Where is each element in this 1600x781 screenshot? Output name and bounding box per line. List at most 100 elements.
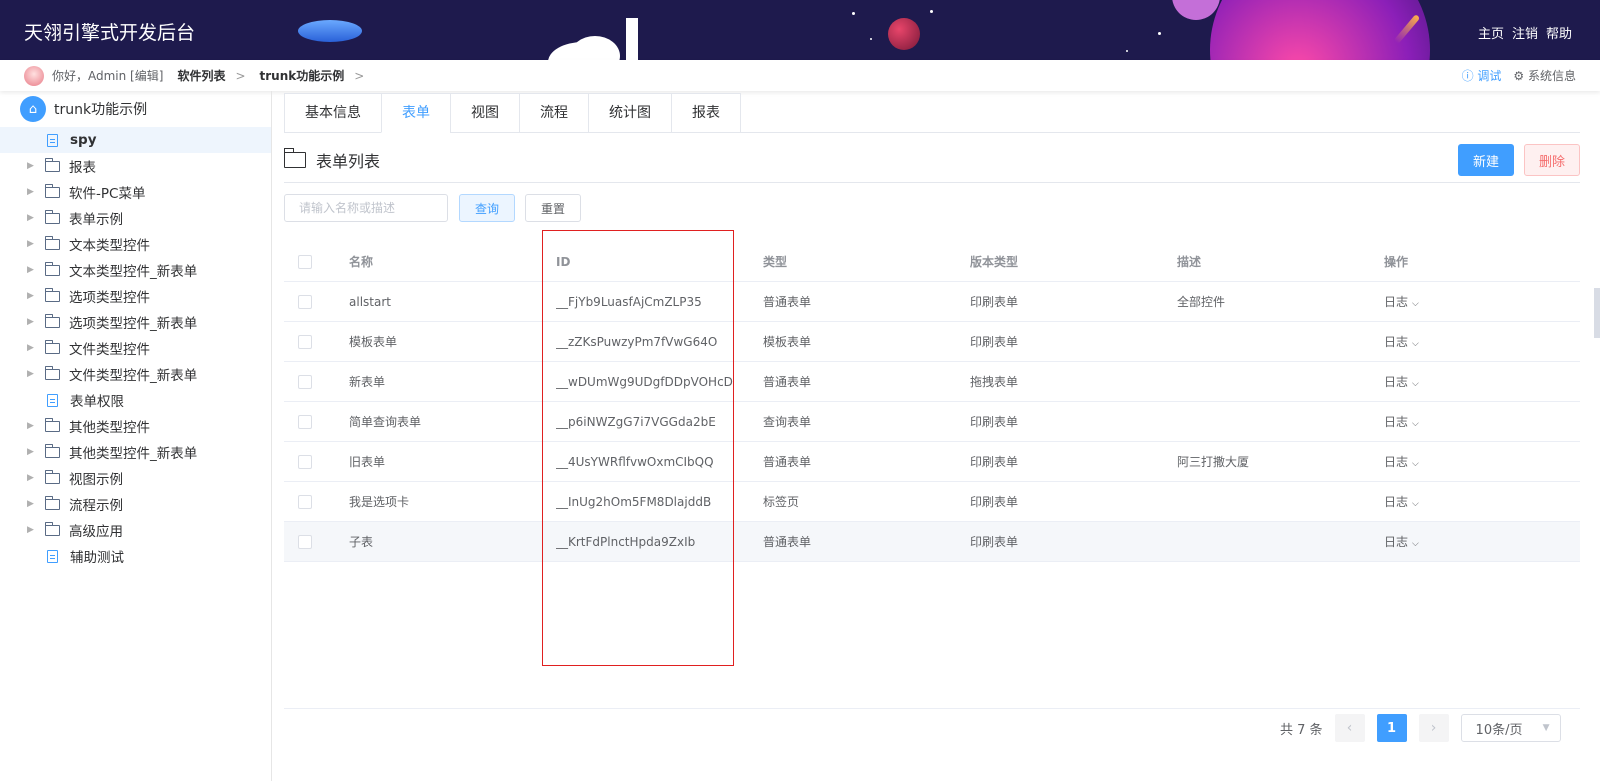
select-all-checkbox[interactable] (298, 254, 312, 269)
sidebar-item-label: 视图示例 (69, 472, 123, 488)
table-row[interactable]: 模板表单 __zZKsPuwzyPm7fVwG64O 模板表单 印刷表单 日志 ⌵ (284, 322, 1580, 362)
log-dropdown[interactable]: 日志 ⌵ (1384, 493, 1580, 510)
caret-right-icon[interactable]: ▶ (27, 421, 39, 431)
sidebar-item[interactable]: ▶ 选项类型控件 (0, 283, 271, 309)
scrollbar[interactable] (1594, 288, 1600, 338)
column-header-description: 描述 (1177, 255, 1202, 269)
row-checkbox[interactable] (298, 414, 312, 429)
sidebar-item[interactable]: ▶ 文本类型控件_新表单 (0, 257, 271, 283)
new-button[interactable]: 新建 (1458, 144, 1514, 176)
tab-basic-info[interactable]: 基本信息 (284, 93, 381, 133)
caret-right-icon[interactable]: ▶ (27, 291, 39, 301)
chevron-down-icon: ▼ (1542, 723, 1550, 733)
sidebar-item[interactable]: ▶ 文件类型控件_新表单 (0, 361, 271, 387)
folder-icon (44, 313, 60, 328)
table-row[interactable]: allstart __FjYb9LuasfAjCmZLP35 普通表单 印刷表单 全部控… (284, 282, 1580, 322)
sidebar-item[interactable]: ▶ 视图示例 (0, 465, 271, 491)
blimp-decoration (298, 20, 362, 42)
sidebar-item-label: spy (70, 132, 97, 148)
help-link[interactable]: 帮助 (1546, 23, 1572, 42)
log-dropdown[interactable]: 日志 ⌵ (1384, 533, 1580, 550)
sidebar-item[interactable]: 表单权限 (0, 387, 271, 413)
breadcrumb-software-list[interactable]: 软件列表 (177, 67, 225, 84)
log-dropdown[interactable]: 日志 ⌵ (1384, 373, 1580, 390)
caret-right-icon[interactable]: ▶ (27, 239, 39, 249)
page-size-select[interactable]: 10条/页 ▼ (1460, 714, 1561, 742)
tab-workflow[interactable]: 流程 (519, 93, 588, 133)
caret-right-icon[interactable]: ▶ (27, 161, 39, 171)
log-dropdown[interactable]: 日志 ⌵ (1384, 413, 1580, 430)
log-dropdown[interactable]: 日志 ⌵ (1384, 293, 1580, 310)
breadcrumb-current[interactable]: trunk功能示例 (260, 67, 345, 84)
sidebar-item-label: 辅助测试 (70, 550, 124, 566)
row-checkbox[interactable] (298, 494, 312, 509)
reset-button[interactable]: 重置 (525, 194, 581, 222)
caret-right-icon[interactable]: ▶ (27, 369, 39, 379)
sidebar-item[interactable]: ▶ 软件-PC菜单 (0, 179, 271, 205)
tab-forms[interactable]: 表单 (381, 93, 450, 133)
debug-link[interactable]: ⓘ 调试 (1462, 67, 1502, 84)
chevron-down-icon: ⌵ (1412, 339, 1419, 349)
caret-right-icon[interactable]: ▶ (27, 317, 39, 327)
delete-button[interactable]: 删除 (1524, 144, 1580, 176)
table-row[interactable]: 简单查询表单 __p6iNWZgG7i7VGGda2bE 查询表单 印刷表单 日志 ⌵ (284, 402, 1580, 442)
caret-right-icon[interactable]: ▶ (27, 343, 39, 353)
sidebar-item[interactable]: ▶ 流程示例 (0, 491, 271, 517)
table-row[interactable]: 子表 __KrtFdPlnctHpda9ZxIb 普通表单 印刷表单 日志 ⌵ (284, 522, 1580, 562)
caret-right-icon[interactable]: ▶ (27, 265, 39, 275)
home-link[interactable]: 主页 (1478, 23, 1504, 42)
page-number[interactable]: 1 (1376, 714, 1407, 742)
sidebar-item[interactable]: ▶ 文本类型控件 (0, 231, 271, 257)
cell-name[interactable]: allstart (349, 295, 556, 309)
sidebar-item[interactable]: 辅助测试 (0, 543, 271, 569)
table-row[interactable]: 旧表单 __4UsYWRflfvwOxmCIbQQ 普通表单 印刷表单 阿三打撒大厦 日志… (284, 442, 1580, 482)
table-row[interactable]: 我是选项卡 __InUg2hOm5FM8DlajddB 标签页 印刷表单 日志 ⌵ (284, 482, 1580, 522)
sidebar-item[interactable]: ▶ 报表 (0, 153, 271, 179)
planet-decoration (1172, 0, 1220, 20)
caret-right-icon[interactable]: ▶ (27, 525, 39, 535)
sidebar-item-label: 文件类型控件 (69, 342, 150, 358)
row-checkbox[interactable] (298, 294, 312, 309)
cell-type: 标签页 (763, 495, 800, 509)
row-checkbox[interactable] (298, 334, 312, 349)
sidebar-item[interactable]: ▶ 高级应用 (0, 517, 271, 543)
logout-link[interactable]: 注销 (1512, 23, 1538, 42)
cell-type: 普通表单 (763, 455, 812, 469)
sidebar-item[interactable]: ▶ 其他类型控件 (0, 413, 271, 439)
tab-reports[interactable]: 报表 (671, 93, 741, 133)
cell-name[interactable]: 简单查询表单 (349, 413, 556, 430)
tab-views[interactable]: 视图 (450, 93, 519, 133)
table-row[interactable]: 新表单 __wDUmWg9UDgfDDpVOHcD 普通表单 拖拽表单 日志 ⌵ (284, 362, 1580, 402)
sidebar-item[interactable]: ▶ 文件类型控件 (0, 335, 271, 361)
search-input[interactable] (284, 194, 448, 222)
sidebar-item[interactable]: spy (0, 127, 271, 153)
caret-right-icon[interactable]: ▶ (27, 499, 39, 509)
log-dropdown[interactable]: 日志 ⌵ (1384, 333, 1580, 350)
sidebar-item[interactable]: ▶ 表单示例 (0, 205, 271, 231)
sysinfo-link[interactable]: ⚙ 系统信息 (1513, 67, 1576, 84)
caret-right-icon[interactable]: ▶ (27, 447, 39, 457)
tab-charts[interactable]: 统计图 (588, 93, 671, 133)
folder-icon (44, 417, 60, 432)
row-checkbox[interactable] (298, 374, 312, 389)
cloud-decoration (570, 36, 620, 60)
row-checkbox[interactable] (298, 454, 312, 469)
user-greeting[interactable]: 你好，Admin [编辑] (52, 67, 163, 84)
cell-name[interactable]: 旧表单 (349, 453, 556, 470)
cell-name[interactable]: 我是选项卡 (349, 493, 556, 510)
log-dropdown[interactable]: 日志 ⌵ (1384, 453, 1580, 470)
caret-right-icon[interactable]: ▶ (27, 473, 39, 483)
sidebar-item[interactable]: ▶ 其他类型控件_新表单 (0, 439, 271, 465)
cell-name[interactable]: 新表单 (349, 373, 556, 390)
query-button[interactable]: 查询 (459, 194, 515, 222)
next-page-button[interactable]: › (1418, 714, 1449, 742)
cell-name[interactable]: 子表 (349, 533, 556, 550)
sidebar-item[interactable]: ▶ 选项类型控件_新表单 (0, 309, 271, 335)
avatar[interactable] (24, 65, 44, 86)
caret-right-icon[interactable]: ▶ (27, 213, 39, 223)
cell-name[interactable]: 模板表单 (349, 333, 556, 350)
prev-page-button[interactable]: ‹ (1334, 714, 1365, 742)
caret-right-icon[interactable]: ▶ (27, 187, 39, 197)
tree-root[interactable]: ⌂ trunk功能示例 (0, 91, 271, 127)
row-checkbox[interactable] (298, 534, 312, 549)
